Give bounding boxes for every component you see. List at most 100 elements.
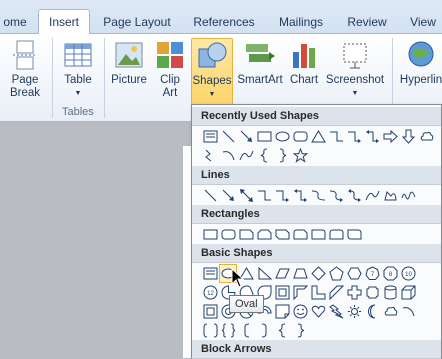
tab-page-layout[interactable]: Page Layout xyxy=(97,10,177,34)
freeform-shape-icon[interactable] xyxy=(381,186,399,205)
cross-icon[interactable] xyxy=(345,283,363,302)
bevel-icon[interactable] xyxy=(201,302,219,321)
tab-references[interactable]: References xyxy=(188,10,260,34)
decagon-icon[interactable]: 10 xyxy=(399,264,417,283)
snip-same-side-rectangle-icon[interactable] xyxy=(255,225,273,244)
curved-arrow-connector-icon[interactable] xyxy=(327,186,345,205)
smartart-icon xyxy=(243,38,277,72)
down-arrow-icon[interactable] xyxy=(399,127,417,146)
arrow-line-icon[interactable] xyxy=(219,186,237,205)
folded-corner-icon[interactable] xyxy=(273,302,291,321)
arc-icon[interactable] xyxy=(399,302,417,321)
can-icon[interactable] xyxy=(381,283,399,302)
double-brace-icon[interactable] xyxy=(219,321,237,340)
tab-review[interactable]: Review xyxy=(342,10,392,34)
trapezoid-icon[interactable] xyxy=(291,264,309,283)
line-icon[interactable] xyxy=(201,186,219,205)
elbow-connector-icon[interactable] xyxy=(327,127,345,146)
l-shape-icon[interactable] xyxy=(309,283,327,302)
pentagon-icon[interactable] xyxy=(327,264,345,283)
picture-button[interactable]: Picture xyxy=(108,38,150,87)
round-diagonal-rectangle-icon[interactable] xyxy=(345,225,363,244)
hyperlink-button[interactable]: Hyperlin xyxy=(396,38,442,87)
cube-icon[interactable] xyxy=(399,283,417,302)
clip-art-button[interactable]: Clip Art xyxy=(152,38,188,100)
tab-view[interactable]: View xyxy=(403,10,442,34)
lightning-bolt-icon[interactable] xyxy=(327,302,345,321)
right-arrow-icon[interactable] xyxy=(381,127,399,146)
frame-icon[interactable] xyxy=(273,283,291,302)
rounded-rectangle-icon[interactable] xyxy=(291,127,309,146)
tab-mailings[interactable]: Mailings xyxy=(272,10,330,34)
text-box-icon[interactable] xyxy=(201,264,219,283)
smartart-button[interactable]: SmartArt xyxy=(236,38,284,87)
round-corner-rectangle-icon[interactable] xyxy=(309,225,327,244)
heptagon-icon[interactable]: 7 xyxy=(363,264,381,283)
section-block-arrows: Block Arrows xyxy=(192,340,441,359)
lines-row xyxy=(201,186,417,205)
line-icon[interactable] xyxy=(219,127,237,146)
shapes-button[interactable]: Shapes ▼ xyxy=(191,38,233,106)
curved-connector-icon[interactable] xyxy=(309,186,327,205)
round-same-side-rectangle-icon[interactable] xyxy=(327,225,345,244)
diamond-icon[interactable] xyxy=(309,264,327,283)
right-triangle-icon[interactable] xyxy=(255,264,273,283)
arc-icon[interactable] xyxy=(219,146,237,165)
arrow-line-icon[interactable] xyxy=(237,127,255,146)
shapes-gallery: Recently Used Shapes Lines Rectangles Ba… xyxy=(191,104,442,359)
right-bracket-icon[interactable] xyxy=(255,321,273,340)
text-box-icon[interactable] xyxy=(201,127,219,146)
half-frame-icon[interactable] xyxy=(291,283,309,302)
freeform-icon[interactable] xyxy=(201,146,219,165)
bar-chart-icon xyxy=(287,38,321,72)
moon-icon[interactable] xyxy=(363,302,381,321)
scribble-icon[interactable] xyxy=(399,186,417,205)
double-bracket-icon[interactable] xyxy=(201,321,219,340)
tab-home[interactable]: ome xyxy=(0,10,30,34)
diagonal-stripe-icon[interactable] xyxy=(327,283,345,302)
sun-icon[interactable] xyxy=(345,302,363,321)
recent-shapes-row-1 xyxy=(201,127,435,146)
left-brace-icon[interactable] xyxy=(273,321,291,340)
dodecagon-icon[interactable]: 12 xyxy=(201,283,219,302)
cloud-icon[interactable] xyxy=(381,302,399,321)
elbow-double-arrow-icon[interactable] xyxy=(363,127,381,146)
curve-icon[interactable] xyxy=(237,146,255,165)
curved-double-arrow-icon[interactable] xyxy=(345,186,363,205)
page-break-button[interactable]: Page Break xyxy=(4,38,46,100)
star-icon[interactable] xyxy=(291,146,309,165)
smartart-label: SmartArt xyxy=(237,74,283,86)
heart-icon[interactable] xyxy=(309,302,327,321)
hexagon-icon[interactable] xyxy=(345,264,363,283)
triangle-icon[interactable] xyxy=(309,127,327,146)
octagon-icon[interactable]: 8 xyxy=(381,264,399,283)
document-page xyxy=(183,146,191,358)
chart-label: Chart xyxy=(289,74,319,86)
curve-icon[interactable] xyxy=(363,186,381,205)
chart-button[interactable]: Chart xyxy=(286,38,322,87)
oval-icon[interactable] xyxy=(273,127,291,146)
rectangle-icon[interactable] xyxy=(255,127,273,146)
screenshot-button[interactable]: Screenshot ▼ xyxy=(324,38,386,100)
elbow-double-arrow-icon[interactable] xyxy=(291,186,309,205)
elbow-connector-icon[interactable] xyxy=(255,186,273,205)
tab-insert[interactable]: Insert xyxy=(38,9,90,35)
section-recently-used: Recently Used Shapes xyxy=(192,107,441,126)
snip-diagonal-rectangle-icon[interactable] xyxy=(273,225,291,244)
parallelogram-icon[interactable] xyxy=(273,264,291,283)
rectangle-icon[interactable] xyxy=(201,225,219,244)
right-brace-icon[interactable] xyxy=(273,146,291,165)
rounded-rectangle-icon[interactable] xyxy=(219,225,237,244)
elbow-arrow-connector-icon[interactable] xyxy=(345,127,363,146)
table-button[interactable]: Table ▼ xyxy=(57,38,99,100)
cloud-icon[interactable] xyxy=(417,127,435,146)
double-arrow-line-icon[interactable] xyxy=(237,186,255,205)
snip-corner-rectangle-icon[interactable] xyxy=(237,225,255,244)
snip-round-rectangle-icon[interactable] xyxy=(291,225,309,244)
elbow-arrow-connector-icon[interactable] xyxy=(273,186,291,205)
left-bracket-icon[interactable] xyxy=(237,321,255,340)
right-brace-icon[interactable] xyxy=(291,321,309,340)
left-brace-icon[interactable] xyxy=(255,146,273,165)
plaque-icon[interactable] xyxy=(363,283,381,302)
smiley-face-icon[interactable] xyxy=(291,302,309,321)
